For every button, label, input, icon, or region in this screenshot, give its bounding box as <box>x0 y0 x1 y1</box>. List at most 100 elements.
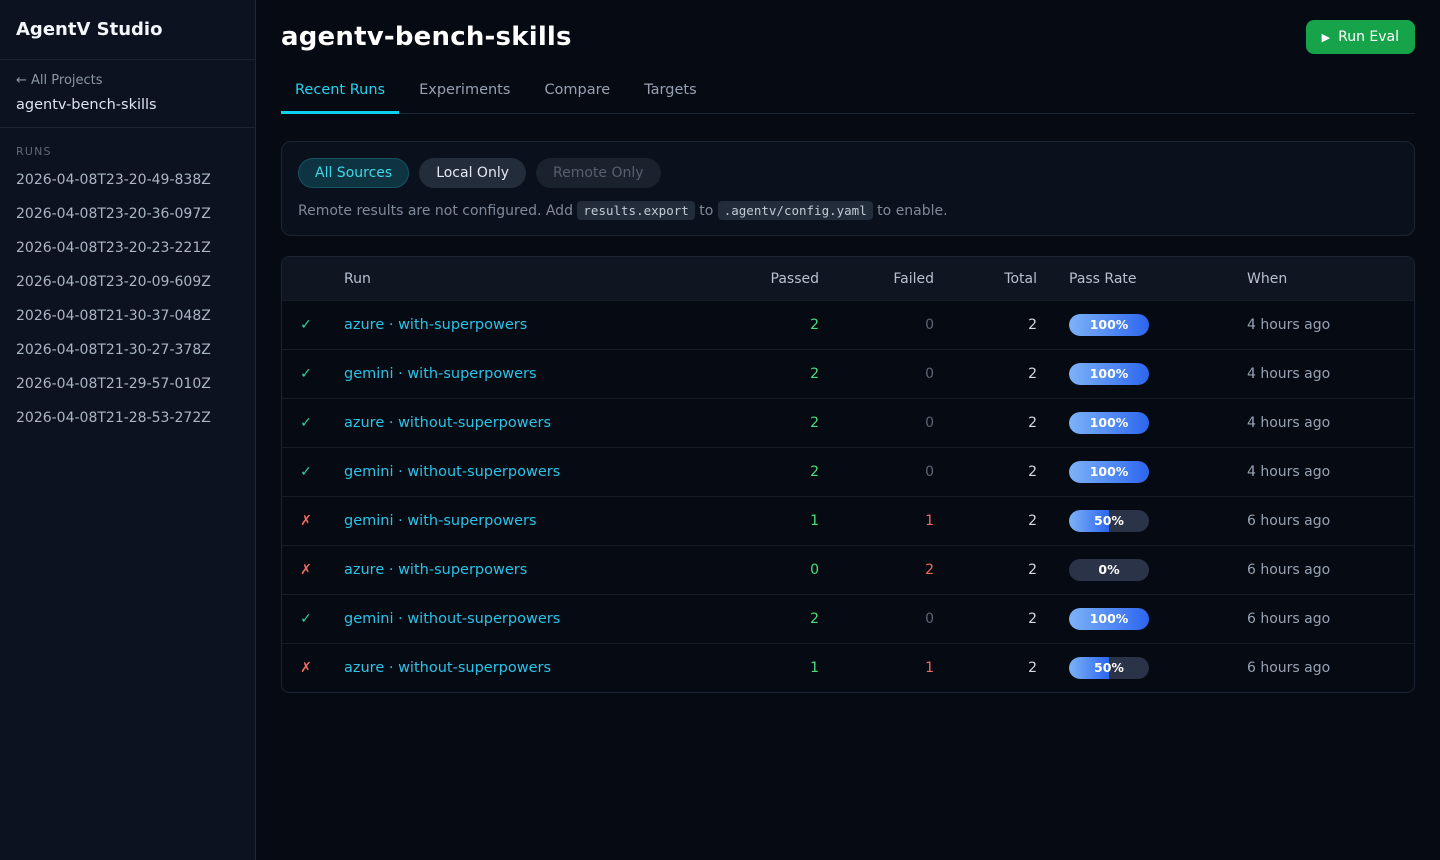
filter-pill-remote-only: Remote Only <box>536 158 661 188</box>
run-name-link[interactable]: gemini · with-superpowers <box>330 366 729 382</box>
failed-count: 0 <box>819 464 934 480</box>
total-count: 2 <box>934 464 1037 480</box>
run-eval-button[interactable]: ▶ Run Eval <box>1306 20 1415 54</box>
col-total: Total <box>934 271 1037 287</box>
sidebar-run-item[interactable]: 2026-04-08T21-28-53-272Z <box>0 401 255 435</box>
when-text: 6 hours ago <box>1247 513 1414 529</box>
pass-rate-label: 100% <box>1069 363 1149 385</box>
run-name-link[interactable]: gemini · with-superpowers <box>330 513 729 529</box>
col-run: Run <box>330 271 729 287</box>
sidebar-project-name: agentv-bench-skills <box>16 97 239 113</box>
total-count: 2 <box>934 562 1037 578</box>
filter-pill-local-only[interactable]: Local Only <box>419 158 526 188</box>
passed-count: 2 <box>729 464 819 480</box>
pass-rate-label: 100% <box>1069 314 1149 336</box>
total-count: 2 <box>934 317 1037 333</box>
page-title: agentv-bench-skills <box>281 22 572 52</box>
run-name-link[interactable]: azure · with-superpowers <box>330 317 729 333</box>
table-row[interactable]: ✗ gemini · with-superpowers 1 1 2 50% 6 … <box>282 496 1414 545</box>
pass-rate-label: 100% <box>1069 608 1149 630</box>
sidebar-run-item[interactable]: 2026-04-08T21-29-57-010Z <box>0 367 255 401</box>
sidebar-run-item[interactable]: 2026-04-08T23-20-36-097Z <box>0 197 255 231</box>
total-count: 2 <box>934 611 1037 627</box>
status-icon: ✓ <box>282 366 330 382</box>
play-icon: ▶ <box>1322 31 1330 44</box>
run-list: 2026-04-08T23-20-49-838Z2026-04-08T23-20… <box>0 163 255 435</box>
pass-rate-label: 50% <box>1069 510 1149 532</box>
failed-count: 1 <box>819 513 934 529</box>
sidebar-run-item[interactable]: 2026-04-08T21-30-37-048Z <box>0 299 255 333</box>
passed-count: 1 <box>729 513 819 529</box>
pass-rate-pill: 100% <box>1069 461 1149 483</box>
failed-count: 0 <box>819 611 934 627</box>
source-filter-pills: All Sources Local Only Remote Only <box>298 158 1398 188</box>
pass-rate-pill: 100% <box>1069 363 1149 385</box>
passed-count: 2 <box>729 366 819 382</box>
passed-count: 0 <box>729 562 819 578</box>
run-eval-label: Run Eval <box>1338 29 1399 45</box>
col-passed: Passed <box>729 271 819 287</box>
pass-rate-label: 100% <box>1069 412 1149 434</box>
pass-rate-label: 100% <box>1069 461 1149 483</box>
status-icon: ✓ <box>282 611 330 627</box>
table-body: ✓ azure · with-superpowers 2 0 2 100% 4 … <box>282 300 1414 692</box>
table-row[interactable]: ✗ azure · without-superpowers 1 1 2 50% … <box>282 643 1414 692</box>
status-icon: ✓ <box>282 317 330 333</box>
failed-count: 2 <box>819 562 934 578</box>
tab-compare[interactable]: Compare <box>530 82 624 114</box>
failed-count: 0 <box>819 317 934 333</box>
status-icon: ✗ <box>282 513 330 529</box>
table-row[interactable]: ✓ gemini · without-superpowers 2 0 2 100… <box>282 447 1414 496</box>
status-icon: ✗ <box>282 660 330 676</box>
main-content: agentv-bench-skills ▶ Run Eval Recent Ru… <box>256 0 1440 860</box>
run-name-link[interactable]: azure · with-superpowers <box>330 562 729 578</box>
table-row[interactable]: ✗ azure · with-superpowers 0 2 2 0% 6 ho… <box>282 545 1414 594</box>
table-row[interactable]: ✓ azure · without-superpowers 2 0 2 100%… <box>282 398 1414 447</box>
code-config-yaml: .agentv/config.yaml <box>718 201 873 220</box>
sidebar-run-item[interactable]: 2026-04-08T23-20-09-609Z <box>0 265 255 299</box>
when-text: 6 hours ago <box>1247 562 1414 578</box>
when-text: 4 hours ago <box>1247 317 1414 333</box>
runs-table: Run Passed Failed Total Pass Rate When ✓… <box>281 256 1415 693</box>
code-results-export: results.export <box>577 201 694 220</box>
tab-recent-runs[interactable]: Recent Runs <box>281 82 399 114</box>
runs-section-heading: RUNS <box>0 128 255 163</box>
sidebar-run-item[interactable]: 2026-04-08T21-30-27-378Z <box>0 333 255 367</box>
status-icon: ✓ <box>282 415 330 431</box>
failed-count: 0 <box>819 366 934 382</box>
failed-count: 1 <box>819 660 934 676</box>
table-row[interactable]: ✓ gemini · without-superpowers 2 0 2 100… <box>282 594 1414 643</box>
total-count: 2 <box>934 513 1037 529</box>
total-count: 2 <box>934 415 1037 431</box>
when-text: 6 hours ago <box>1247 660 1414 676</box>
col-pass-rate: Pass Rate <box>1037 271 1247 287</box>
project-block: ← All Projects agentv-bench-skills <box>0 60 255 128</box>
table-row[interactable]: ✓ gemini · with-superpowers 2 0 2 100% 4… <box>282 349 1414 398</box>
run-name-link[interactable]: gemini · without-superpowers <box>330 464 729 480</box>
all-projects-link[interactable]: ← All Projects <box>16 73 239 88</box>
table-row[interactable]: ✓ azure · with-superpowers 2 0 2 100% 4 … <box>282 300 1414 349</box>
passed-count: 1 <box>729 660 819 676</box>
notice-suffix: to enable. <box>873 203 948 219</box>
pass-rate-pill: 100% <box>1069 412 1149 434</box>
sidebar-run-item[interactable]: 2026-04-08T23-20-49-838Z <box>0 163 255 197</box>
sidebar-run-item[interactable]: 2026-04-08T23-20-23-221Z <box>0 231 255 265</box>
run-name-link[interactable]: azure · without-superpowers <box>330 415 729 431</box>
sidebar: AgentV Studio ← All Projects agentv-benc… <box>0 0 256 860</box>
when-text: 4 hours ago <box>1247 464 1414 480</box>
tab-bar: Recent RunsExperimentsCompareTargets <box>281 82 1415 114</box>
pass-rate-pill: 50% <box>1069 510 1149 532</box>
pass-rate-pill: 100% <box>1069 608 1149 630</box>
filter-pill-all-sources[interactable]: All Sources <box>298 158 409 188</box>
pass-rate-label: 0% <box>1069 559 1149 581</box>
tab-targets[interactable]: Targets <box>630 82 710 114</box>
run-name-link[interactable]: gemini · without-superpowers <box>330 611 729 627</box>
col-when: When <box>1247 271 1414 287</box>
when-text: 4 hours ago <box>1247 366 1414 382</box>
pass-rate-pill: 0% <box>1069 559 1149 581</box>
status-icon: ✗ <box>282 562 330 578</box>
page-header: agentv-bench-skills ▶ Run Eval <box>281 0 1415 54</box>
tab-experiments[interactable]: Experiments <box>405 82 524 114</box>
run-name-link[interactable]: azure · without-superpowers <box>330 660 729 676</box>
total-count: 2 <box>934 366 1037 382</box>
